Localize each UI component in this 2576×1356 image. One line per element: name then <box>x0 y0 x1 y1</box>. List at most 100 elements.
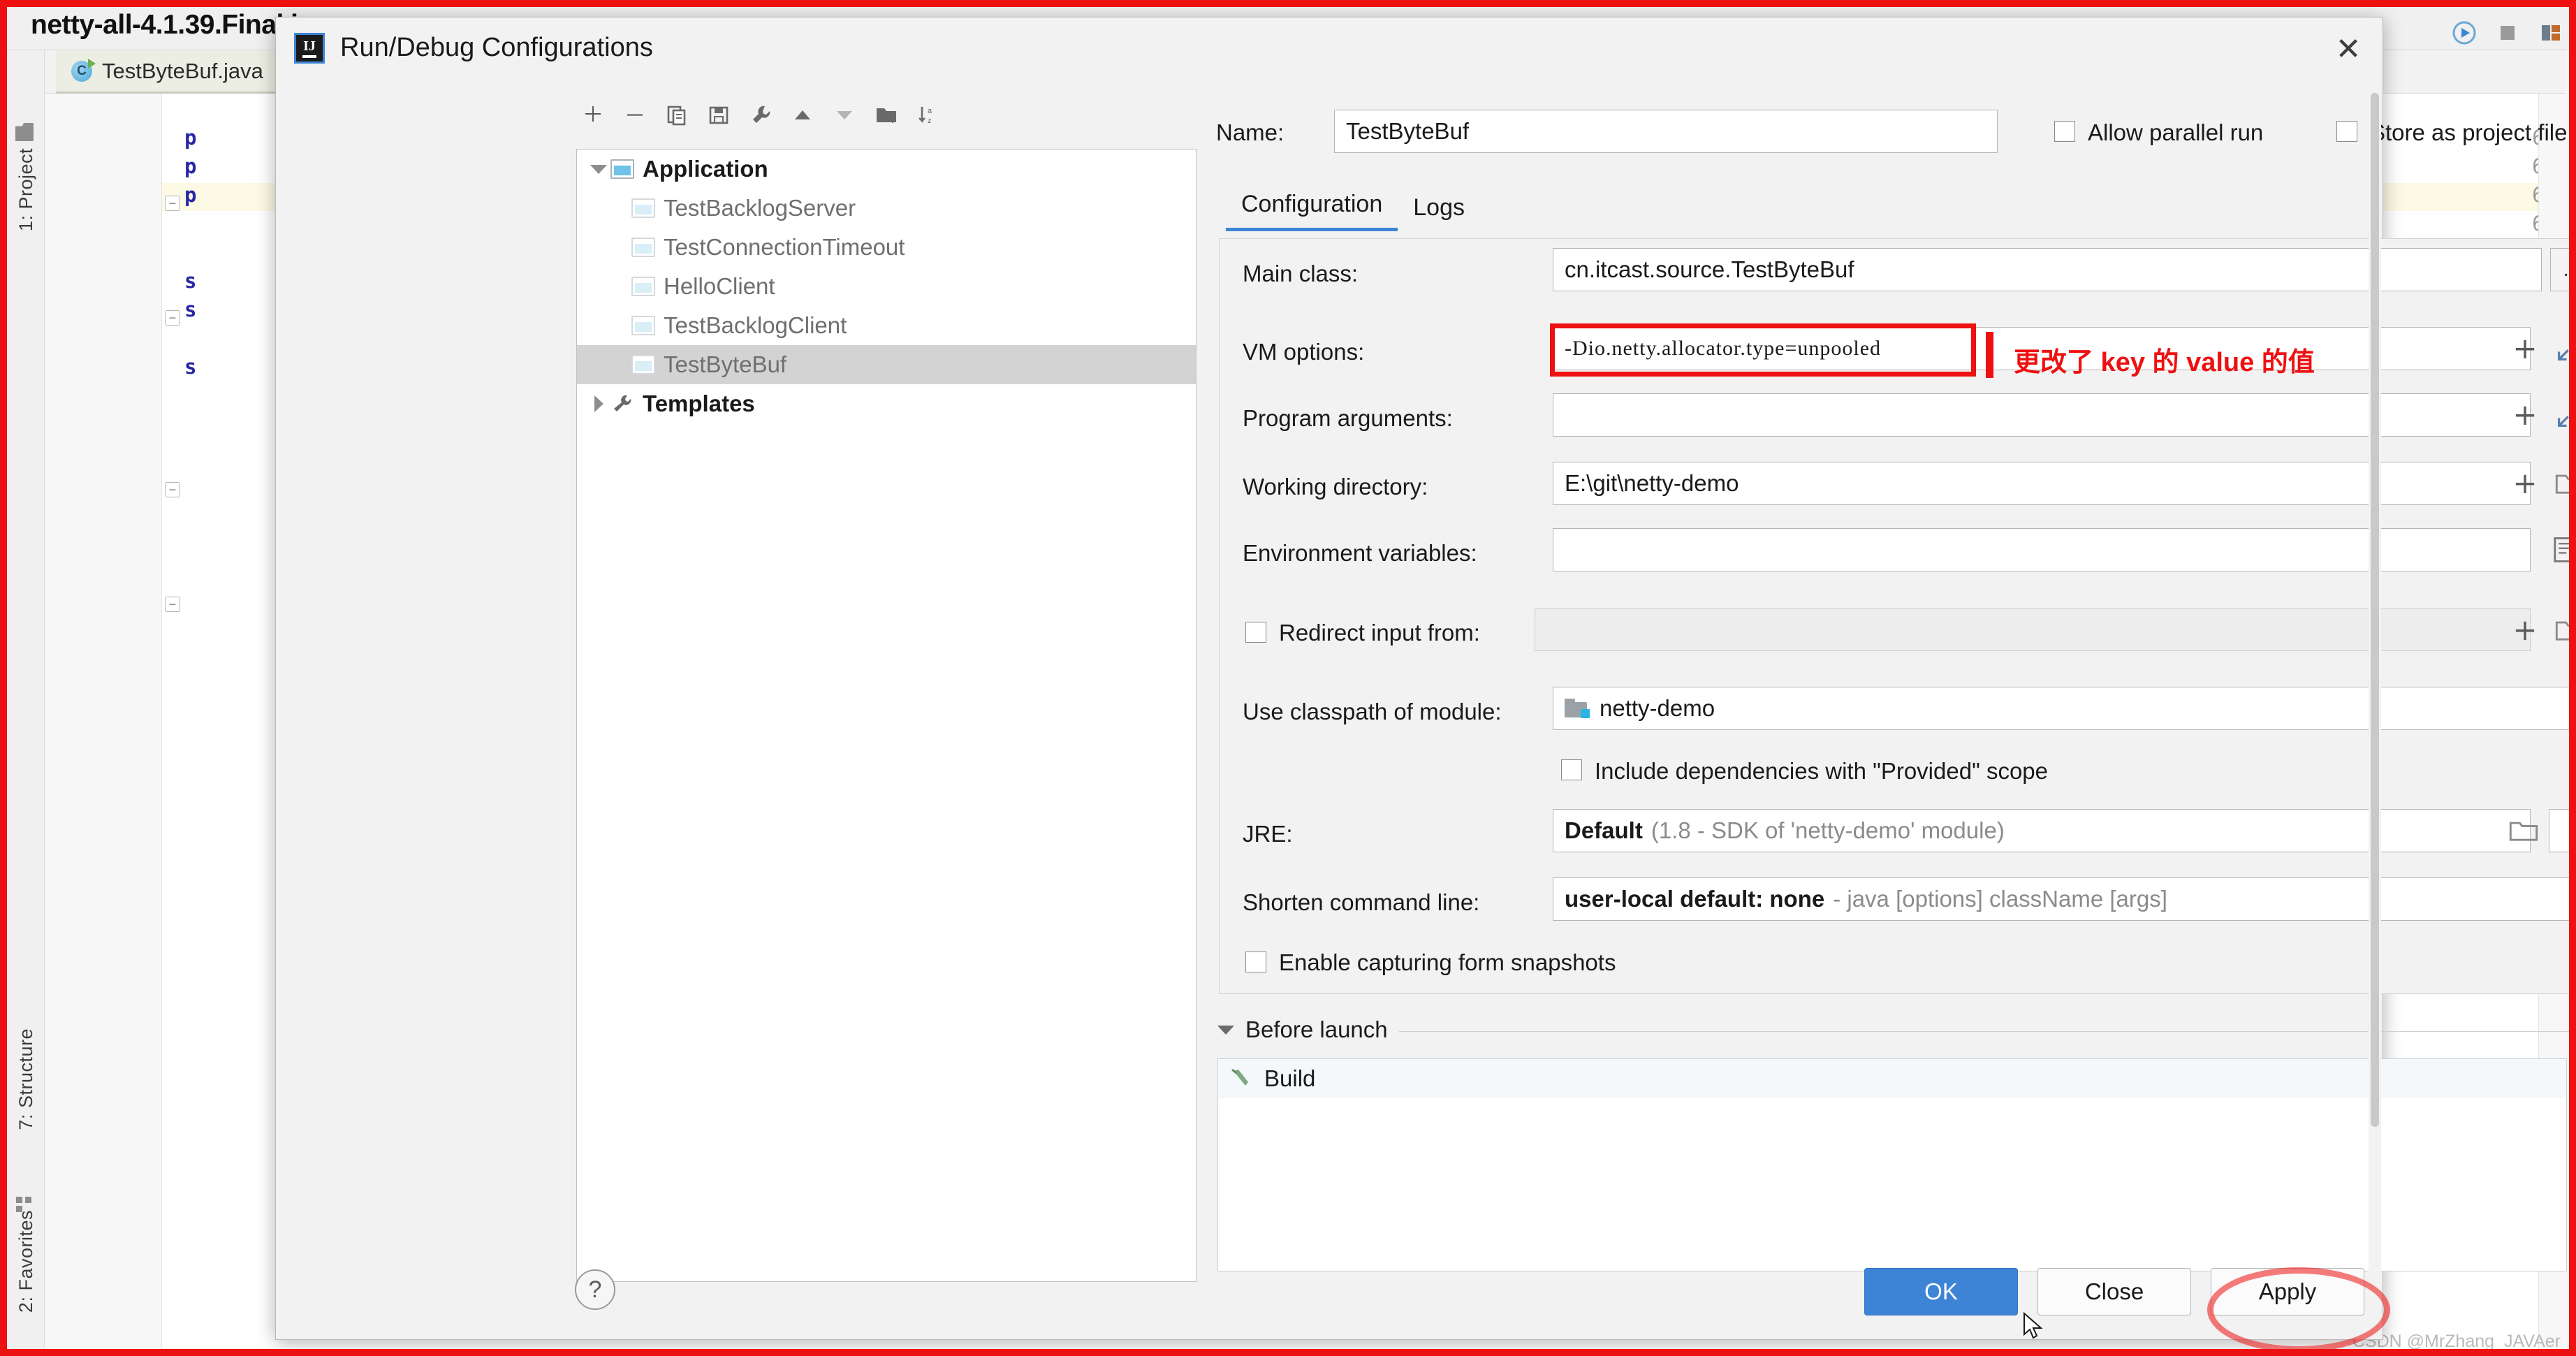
layout-icon[interactable] <box>2538 20 2563 45</box>
tab-configuration[interactable]: Configuration <box>1226 191 1398 231</box>
code-fold-marker[interactable]: − <box>165 597 180 612</box>
include-provided-scope-label: Include dependencies with "Provided" sco… <box>1595 758 2049 784</box>
close-icon[interactable]: ✕ <box>2331 34 2366 65</box>
shorten-command-line-combo[interactable]: user-local default: none - java [options… <box>1553 877 2576 921</box>
sidebar-item-favorites[interactable]: 2: Favorites <box>15 1210 37 1313</box>
configurations-tree[interactable]: Application TestBacklogServer TestConnec… <box>576 149 1196 1282</box>
svg-text:a: a <box>928 107 932 115</box>
arrow-down-icon[interactable] <box>824 96 865 135</box>
vm-options-label: VM options: <box>1243 339 1365 365</box>
dialog-action-buttons: OK Close Apply <box>1864 1268 2364 1315</box>
help-button[interactable]: ? <box>575 1269 615 1310</box>
remove-configuration-button[interactable] <box>614 96 656 135</box>
chevron-down-icon[interactable] <box>1217 1025 1234 1035</box>
tree-item-testconnectiontimeout[interactable]: TestConnectionTimeout <box>577 228 1196 267</box>
folder-icon[interactable] <box>2508 815 2539 846</box>
dialog-scrollbar[interactable] <box>2369 93 2381 1281</box>
main-class-browse-button[interactable]: ... <box>2550 248 2576 291</box>
application-icon <box>610 159 634 179</box>
tree-item-helloclient[interactable]: HelloClient <box>577 267 1196 306</box>
allow-parallel-run-checkbox[interactable] <box>2054 121 2075 142</box>
store-as-project-file-checkbox[interactable] <box>2336 121 2357 142</box>
vm-options-add-macro-button[interactable]: + <box>2510 333 2540 364</box>
name-input[interactable] <box>1334 110 1998 153</box>
redirect-input-checkbox[interactable] <box>1245 622 1266 643</box>
use-classpath-of-module-combo[interactable]: netty-demo <box>1553 687 2576 730</box>
before-launch-task-list[interactable]: Build <box>1217 1058 2567 1271</box>
wrench-icon[interactable] <box>740 96 782 135</box>
before-launch-task-label: Build <box>1264 1065 1316 1091</box>
chevron-down-icon[interactable] <box>2572 894 2576 904</box>
allow-parallel-run-label: Allow parallel run <box>2088 119 2264 145</box>
vm-options-annotation-note: 更改了 key 的 value 的值 <box>2014 348 2315 377</box>
java-class-icon: C <box>71 58 96 82</box>
enable-capturing-form-snapshots-checkbox[interactable] <box>1245 952 1266 972</box>
save-configuration-button[interactable] <box>698 96 740 135</box>
jre-dropdown-button[interactable] <box>2549 809 2576 852</box>
tree-node-label: Templates <box>643 391 755 416</box>
dialog-scrollbar-thumb[interactable] <box>2371 93 2379 1127</box>
tree-node-label: Application <box>643 156 768 182</box>
tree-node-application[interactable]: Application <box>577 150 1196 189</box>
module-icon <box>1565 699 1590 718</box>
apply-button[interactable]: Apply <box>2211 1268 2364 1315</box>
environment-variables-editor-icon[interactable] <box>2549 534 2576 565</box>
working-directory-add-macro-button[interactable]: + <box>2510 468 2540 499</box>
chevron-down-icon[interactable] <box>2572 826 2576 836</box>
close-button[interactable]: Close <box>2037 1268 2191 1315</box>
before-launch-task-build[interactable]: Build <box>1218 1059 2566 1098</box>
tree-item-testbytebuf[interactable]: TestByteBuf <box>577 345 1196 384</box>
application-icon <box>631 277 655 296</box>
tree-item-label: TestBacklogClient <box>664 312 847 338</box>
working-directory-input[interactable]: E:\git\netty-demo <box>1553 462 2531 505</box>
hammer-icon <box>1231 1068 1248 1086</box>
tree-node-templates[interactable]: Templates <box>577 384 1196 423</box>
vm-options-expand-icon[interactable] <box>2554 333 2576 364</box>
program-arguments-expand-icon[interactable] <box>2554 400 2576 430</box>
tab-logs[interactable]: Logs <box>1398 194 1480 231</box>
application-icon <box>631 316 655 335</box>
program-arguments-add-macro-button[interactable]: + <box>2510 400 2540 430</box>
code-fold-marker[interactable]: − <box>165 196 180 211</box>
run-icon[interactable] <box>2452 20 2477 45</box>
redirect-input-field[interactable] <box>1535 608 2531 651</box>
jre-combo[interactable]: Default (1.8 - SDK of 'netty-demo' modul… <box>1553 809 2531 852</box>
shorten-command-line-hint: - java [options] className [args] <box>1833 886 2167 912</box>
arrow-up-icon[interactable] <box>782 96 824 135</box>
jre-label: JRE: <box>1243 821 1293 847</box>
before-launch-label: Before launch <box>1245 1016 1388 1042</box>
folder-plus-icon[interactable] <box>865 96 907 135</box>
sidebar-item-project[interactable]: 1: Project <box>15 148 37 231</box>
main-class-input[interactable]: cn.itcast.source.TestByteBuf <box>1553 248 2542 291</box>
before-launch-divider <box>1398 1030 2576 1032</box>
copy-configuration-button[interactable] <box>656 96 698 135</box>
environment-variables-label: Environment variables: <box>1243 540 1477 566</box>
ide-left-toolwindow-bar: 1: Project 7: Structure ★ 2: Favorites <box>6 50 45 1350</box>
dialog-titlebar: IJ Run/Debug Configurations ✕ <box>276 17 2383 78</box>
editor-tab-testbytebuf[interactable]: C TestByteBuf.java <box>56 50 279 94</box>
folder-icon[interactable] <box>2554 468 2576 499</box>
environment-variables-input[interactable] <box>1553 528 2531 571</box>
include-provided-scope-checkbox[interactable] <box>1561 759 1582 780</box>
editor-gutter <box>45 94 162 1350</box>
dialog-title: Run/Debug Configurations <box>340 33 653 62</box>
tree-item-testbacklogclient[interactable]: TestBacklogClient <box>577 306 1196 345</box>
program-arguments-input[interactable] <box>1553 393 2531 437</box>
add-configuration-button[interactable] <box>572 96 614 135</box>
chevron-down-icon[interactable] <box>587 164 610 174</box>
stop-icon[interactable] <box>2495 20 2520 45</box>
sort-az-icon[interactable]: a z <box>907 96 949 135</box>
tree-item-testbacklogserver[interactable]: TestBacklogServer <box>577 189 1196 228</box>
code-fold-marker[interactable]: − <box>165 310 180 326</box>
sidebar-item-structure[interactable]: 7: Structure <box>15 1028 37 1130</box>
folder-icon[interactable] <box>2554 615 2576 646</box>
redirect-input-add-macro-button[interactable]: + <box>2510 615 2540 646</box>
run-debug-configurations-dialog: IJ Run/Debug Configurations ✕ a z Applic… <box>275 17 2576 1340</box>
ide-toolbar-right-icons <box>2452 15 2563 50</box>
ok-button[interactable]: OK <box>1864 1268 2018 1315</box>
watermark: CSDN @MrZhang_JAVAer <box>2352 1332 2561 1351</box>
chevron-right-icon[interactable] <box>587 395 610 412</box>
use-classpath-of-module-value: netty-demo <box>1600 695 1715 721</box>
code-fold-marker[interactable]: − <box>165 482 180 497</box>
chevron-down-icon[interactable] <box>2572 703 2576 713</box>
